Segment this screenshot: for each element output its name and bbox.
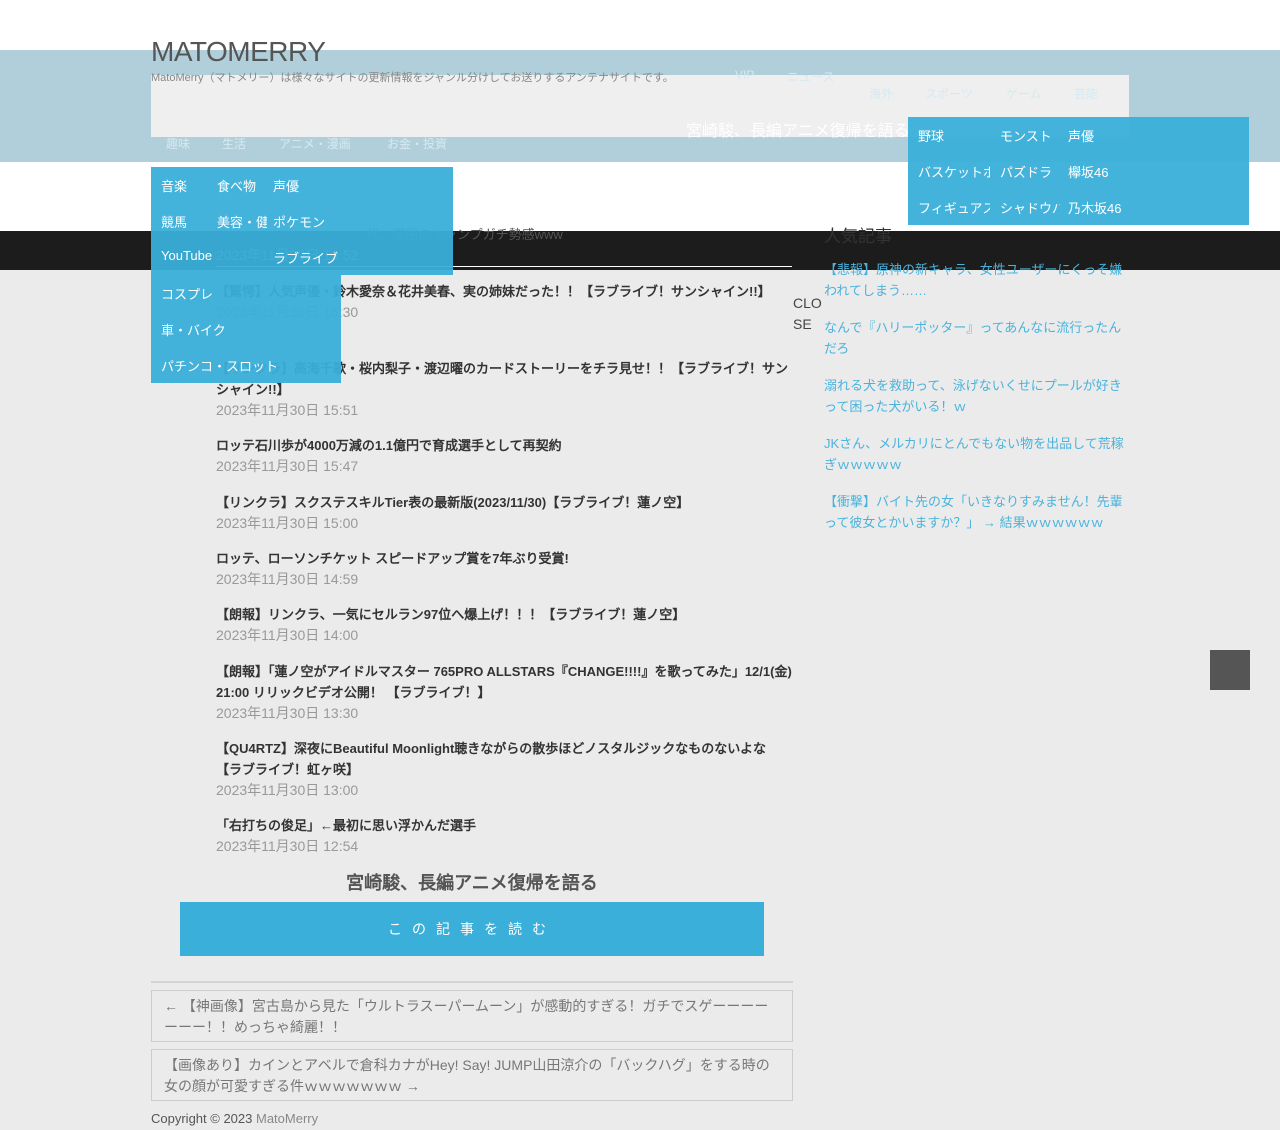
footer-site-link[interactable]: MatoMerry [256, 1111, 318, 1126]
menu-item-keyakizaka[interactable]: 欅坂46 [1068, 162, 1108, 181]
menu-item-pokemon[interactable]: ポケモン [273, 212, 325, 231]
menu-item-basketball[interactable]: バスケットボール [918, 162, 990, 181]
nav-hobby[interactable]: 趣味 [166, 135, 190, 152]
menu-item-food[interactable]: 食べ物 [217, 176, 267, 195]
list-item[interactable]: ロッテ、ローソンチケット スピードアップ賞を7年ぶり受賞! 2023年11月30日… [216, 548, 792, 590]
menu-item-figure-skating[interactable]: フィギュアスケート [918, 198, 990, 217]
divider [151, 981, 793, 983]
menu-item-cosplay[interactable]: コスプレ [161, 284, 213, 303]
site-title[interactable]: MATOMERRY [151, 36, 326, 68]
nav-news[interactable]: ニュース [787, 68, 834, 85]
post-title: 宮崎駿、長編アニメ復帰を語る [346, 873, 598, 893]
list-item[interactable]: 【リンクラ】スクステスキルTier表の最新版(2023/11/30)【ラブライブ… [216, 492, 792, 534]
close-button[interactable]: CLOSE [793, 293, 823, 335]
menu-item-baseball[interactable]: 野球 [918, 126, 990, 145]
nav-life[interactable]: 生活 [222, 135, 246, 152]
popular-link[interactable]: JKさん、メルカリにとんでもない物を出品して荒稼ぎｗｗｗｗｗ [824, 433, 1134, 475]
menu-item-lovelive[interactable]: ラブライブ [273, 248, 338, 267]
nav-overseas[interactable]: 海外 [869, 85, 893, 102]
nav-vip[interactable]: VIP [735, 68, 754, 82]
footer-copyright: Copyright © 2023 MatoMerry [151, 1111, 319, 1126]
list-item[interactable]: 【QU4RTZ】深夜にBeautiful Moonlight聴きながらの散歩ほど… [216, 738, 792, 801]
list-item[interactable]: ロッテ石川歩が4000万減の1.1億円で育成選手として再契約 2023年11月30… [216, 435, 792, 477]
nav-anime[interactable]: アニメ・漫画 [279, 135, 351, 152]
popular-link[interactable]: 【衝撃】バイト先の女「いきなりすみません！先輩って彼女とかいますか？」 → 結果… [824, 491, 1134, 533]
menu-item-voice-actor-2[interactable]: 声優 [1068, 126, 1094, 145]
menu-item-voice-actor[interactable]: 声優 [273, 176, 299, 195]
menu-item-shadowverse[interactable]: シャドウバース [1000, 198, 1060, 217]
nav-sports[interactable]: スポーツ [925, 85, 973, 102]
next-post-link[interactable]: 【画像あり】カインとアベルで倉科カナがHey! Say! JUMP山田涼介の「バ… [151, 1049, 793, 1101]
popular-link[interactable]: 溺れる犬を救助って、泳げないくせにプールが好きって困った犬がいる！ｗ [824, 375, 1134, 417]
nav-money[interactable]: お金・投資 [387, 135, 447, 152]
prev-post-link[interactable]: ← 【神画像】宮古島から見た「ウルトラスーパームーン」が感動的すぎる！ガチでスゲ… [151, 990, 793, 1042]
sidebar-heading: 人気記事 [824, 227, 892, 246]
site-description: MatoMerry（マトメリー）は様々なサイトの更新情報をジャンル分けしてお送り… [151, 72, 674, 84]
menu-item-pachinko[interactable]: パチンコ・スロット [161, 356, 278, 375]
menu-item-cars[interactable]: 車・バイク [161, 320, 226, 339]
menu-item-horse-racing[interactable]: 競馬 [161, 212, 187, 231]
nav-game[interactable]: ゲーム [1006, 85, 1042, 102]
menu-item-pazudora[interactable]: パズドラ [1000, 162, 1060, 181]
list-item[interactable]: 【朗報】「蓮ノ空がアイドルマスター 765PRO ALLSTARS『CHANGE… [216, 661, 792, 724]
nav-featured[interactable]: 宮崎駿、長編アニメ復帰を語る [686, 117, 910, 141]
scroll-top-button[interactable] [1210, 650, 1250, 690]
popular-link[interactable]: なんで『ハリーポッター』ってあんなに流行ったんだろ [824, 317, 1134, 359]
popular-link[interactable]: 【悲報】原神の新キャラ、女性ユーザーにくっそ嫌われてしまう…… [824, 259, 1134, 301]
list-item[interactable]: 「右打ちの俊足」←最初に思い浮かんだ選手 2023年11月30日 12:54 [216, 815, 792, 857]
list-item[interactable]: 【朗報】リンクラ、一気にセルラン97位へ爆上げ！！！【ラブライブ！蓮ノ空】 202… [216, 604, 792, 646]
menu-item-youtube[interactable]: YouTube [161, 248, 212, 263]
nav-entertainment[interactable]: 芸能 [1074, 85, 1098, 102]
menu-item-monst[interactable]: モンスト [1000, 126, 1060, 145]
menu-item-nogizaka[interactable]: 乃木坂46 [1068, 198, 1121, 217]
menu-item-music[interactable]: 音楽 [161, 176, 187, 195]
menu-item-beauty[interactable]: 美容・健康 [217, 212, 267, 231]
read-article-button[interactable]: この記事を読む [180, 902, 764, 956]
